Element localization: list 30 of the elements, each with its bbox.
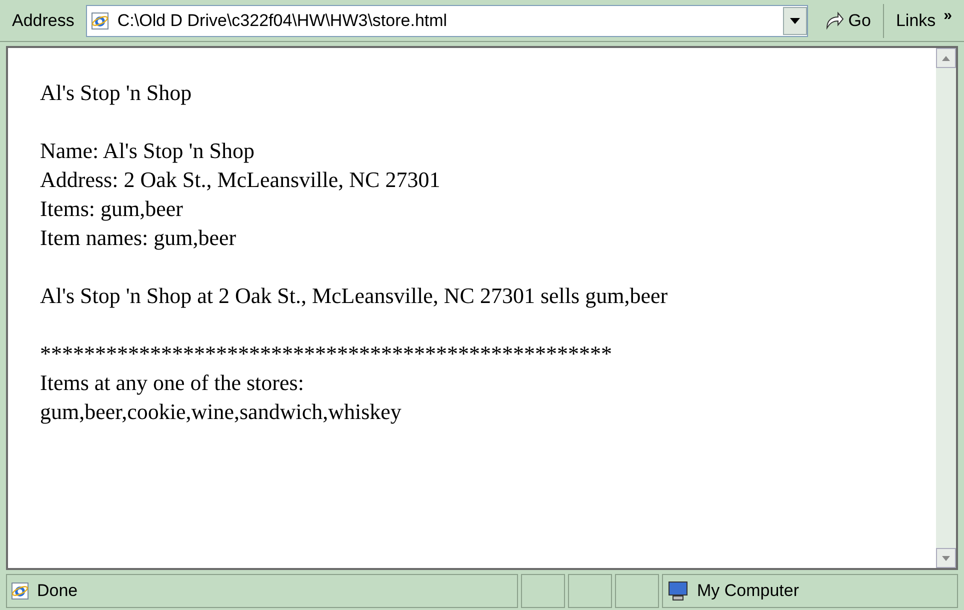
arrow-icon: [824, 10, 844, 30]
scroll-down-button[interactable]: [936, 548, 956, 568]
status-pane: [521, 574, 565, 608]
store-detail: Item names: gum,beer: [40, 224, 238, 252]
store-detail: Items: gum,beer: [40, 195, 184, 223]
scrollbar[interactable]: [936, 48, 956, 568]
dropdown-button[interactable]: [783, 6, 808, 34]
links-button[interactable]: Links »: [888, 4, 960, 38]
items-label: Items at any one of the stores:: [40, 369, 305, 397]
browser-page-icon: [91, 12, 110, 30]
zone-text: My Computer: [697, 580, 800, 602]
browser-page-icon: [11, 582, 29, 600]
go-button[interactable]: Go: [812, 4, 884, 38]
items-list: gum,beer,cookie,wine,sandwich,whiskey: [40, 397, 936, 426]
store-detail: Address: 2 Oak St., McLeansville, NC 27301: [40, 166, 442, 194]
address-label: Address: [11, 10, 76, 32]
computer-icon: [667, 581, 689, 601]
store-detail: Name: Al's Stop 'n Shop: [40, 137, 256, 165]
status-pane: [615, 574, 659, 608]
summary-text: Al's Stop 'n Shop at 2 Oak St., McLeansville, NC 27301 sells gum,beer: [40, 282, 669, 310]
caret-icon: [790, 18, 800, 24]
status-text: Done: [37, 580, 78, 602]
down-arrow-icon: [942, 556, 950, 560]
scroll-up-button[interactable]: [936, 48, 956, 68]
up-arrow-icon: [942, 56, 950, 60]
address-field[interactable]: C:\Old D Drive\c322f04\HW\HW3\store.html: [86, 4, 808, 36]
separator-text: ****************************************************: [40, 340, 613, 368]
chevron-icon: »: [944, 8, 952, 22]
page-heading: Al's Stop 'n Shop: [40, 79, 193, 107]
status-pane: [568, 574, 612, 608]
